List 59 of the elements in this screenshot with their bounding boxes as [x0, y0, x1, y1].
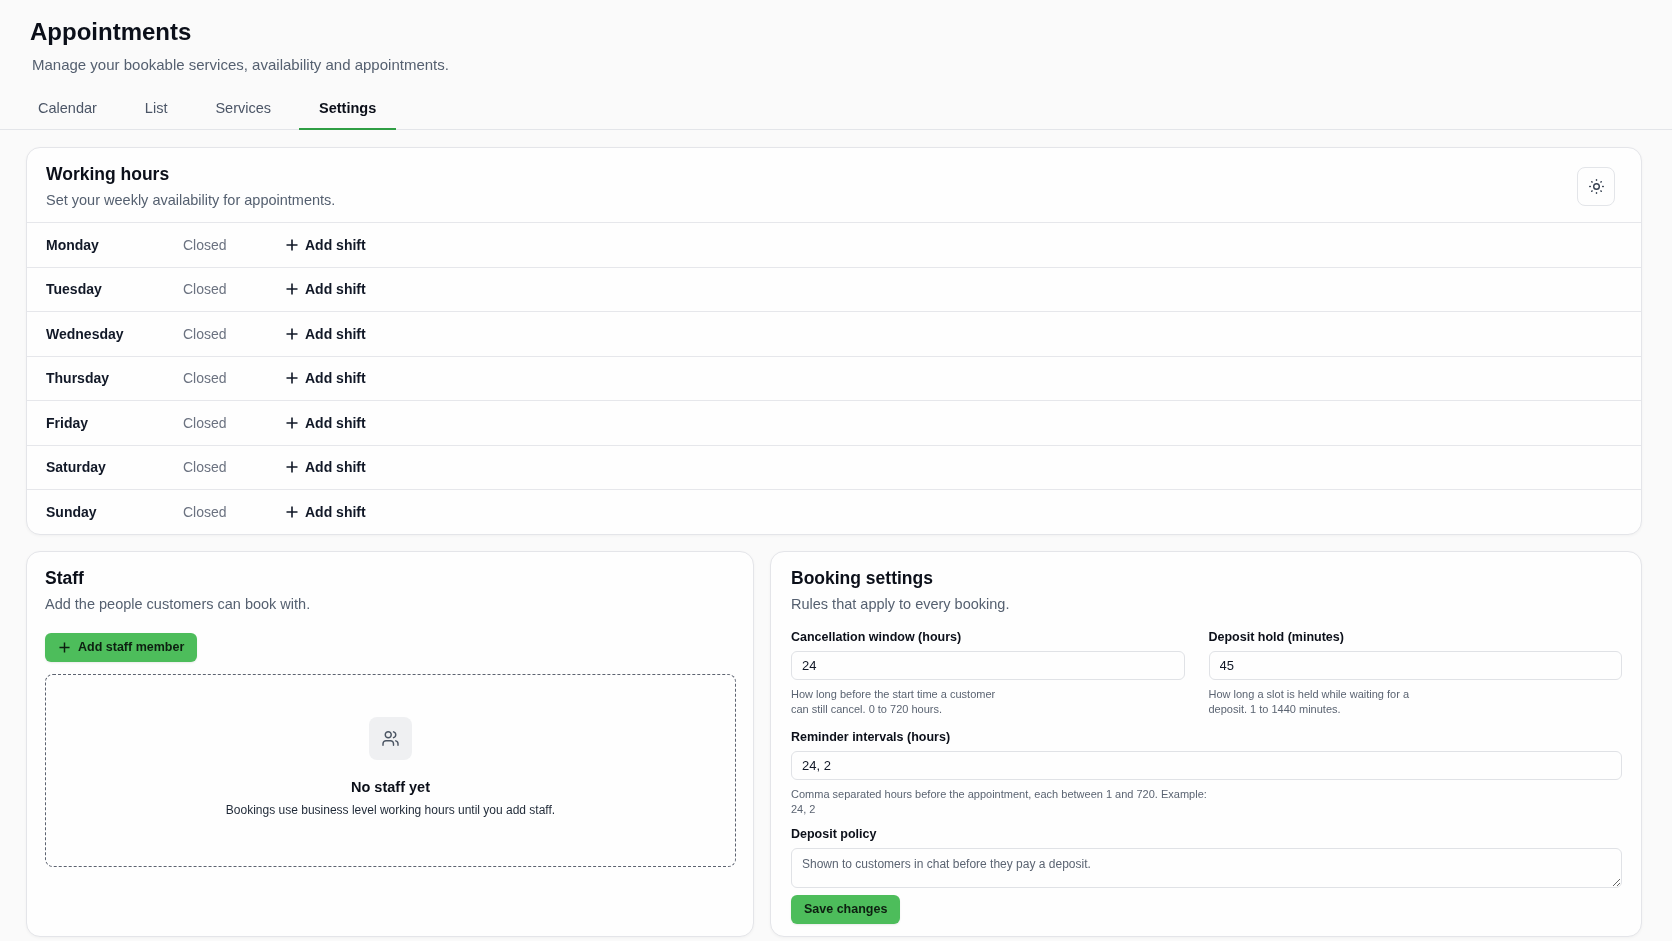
users-icon [369, 716, 412, 760]
day-label: Friday [46, 414, 89, 431]
input-field[interactable]: 24 [791, 650, 1185, 680]
sun-icon [1588, 179, 1604, 194]
plus-icon [59, 641, 70, 653]
plus-icon [286, 327, 298, 340]
day-status: Closed [183, 503, 228, 520]
page-subtitle: Manage your bookable services, availability and appointments. [32, 55, 450, 75]
add-shift-button[interactable]: Add shift [286, 281, 366, 298]
day-label: Sunday [46, 503, 98, 520]
plus-icon [286, 505, 298, 518]
card-subtitle: Rules that apply to every booking. [791, 594, 1011, 614]
day-label: Saturday [46, 459, 107, 476]
field-help-text: Comma separated hours before the appointment, each between 1 and 720. Example: 24, 2 [791, 786, 1208, 817]
day-label: Monday [46, 236, 100, 253]
day-status: Closed [183, 414, 228, 431]
plus-icon [286, 416, 298, 429]
tab[interactable]: Settings [299, 88, 397, 130]
plus-icon [286, 461, 298, 474]
add-shift-button[interactable]: Add shift [286, 370, 366, 387]
input-field[interactable]: 45 [1208, 650, 1622, 680]
card-title: Staff [45, 566, 85, 590]
input-field[interactable]: 24, 2 [791, 750, 1622, 780]
field-help-text: How long before the start time a customer can still cancel. 0 to 720 hours. [791, 686, 997, 717]
plus-icon [286, 283, 298, 296]
empty-state-title: No staff yet [351, 777, 430, 797]
add-shift-button[interactable]: Add shift [286, 236, 366, 253]
day-status: Closed [183, 370, 228, 387]
day-status: Closed [183, 281, 228, 298]
card-title: Booking settings [791, 566, 934, 590]
field-label: Deposit policy [791, 825, 878, 843]
textarea-field[interactable]: Shown to customers in chat before they pay a deposit. [791, 847, 1622, 888]
plus-icon [286, 238, 298, 251]
day-status: Closed [183, 325, 228, 342]
field-label: Reminder intervals (hours) [791, 728, 952, 746]
field-label: Deposit hold (minutes) [1208, 628, 1345, 646]
tab[interactable]: Calendar [18, 88, 117, 130]
sun-button[interactable] [1577, 167, 1615, 206]
page-title: Appointments [30, 17, 193, 47]
card-subtitle: Set your weekly availability for appointments. [46, 191, 336, 210]
day-status: Closed [183, 459, 228, 476]
tab[interactable]: Services [195, 88, 292, 130]
add-shift-button[interactable]: Add shift [286, 414, 366, 431]
day-label: Tuesday [46, 281, 103, 298]
card-subtitle: Add the people customers can book with. [45, 594, 312, 614]
field-help-text: How long a slot is held while waiting for a deposit. 1 to 1440 minutes. [1208, 686, 1411, 717]
save-changes-button[interactable]: Save changes [791, 894, 901, 924]
card-title: Working hours [46, 163, 171, 186]
tab[interactable]: List [124, 88, 188, 130]
empty-state-message: Bookings use business level working hours until you add staff. [225, 801, 556, 818]
day-label: Wednesday [46, 325, 125, 342]
add-shift-button[interactable]: Add shift [286, 503, 366, 520]
add-staff-button[interactable]: Add staff member [45, 632, 198, 662]
field-label: Cancellation window (hours) [791, 628, 963, 646]
plus-icon [286, 372, 298, 385]
add-shift-button[interactable]: Add shift [286, 325, 366, 342]
day-status: Closed [183, 236, 228, 253]
add-shift-button[interactable]: Add shift [286, 459, 366, 476]
day-label: Thursday [46, 370, 110, 387]
